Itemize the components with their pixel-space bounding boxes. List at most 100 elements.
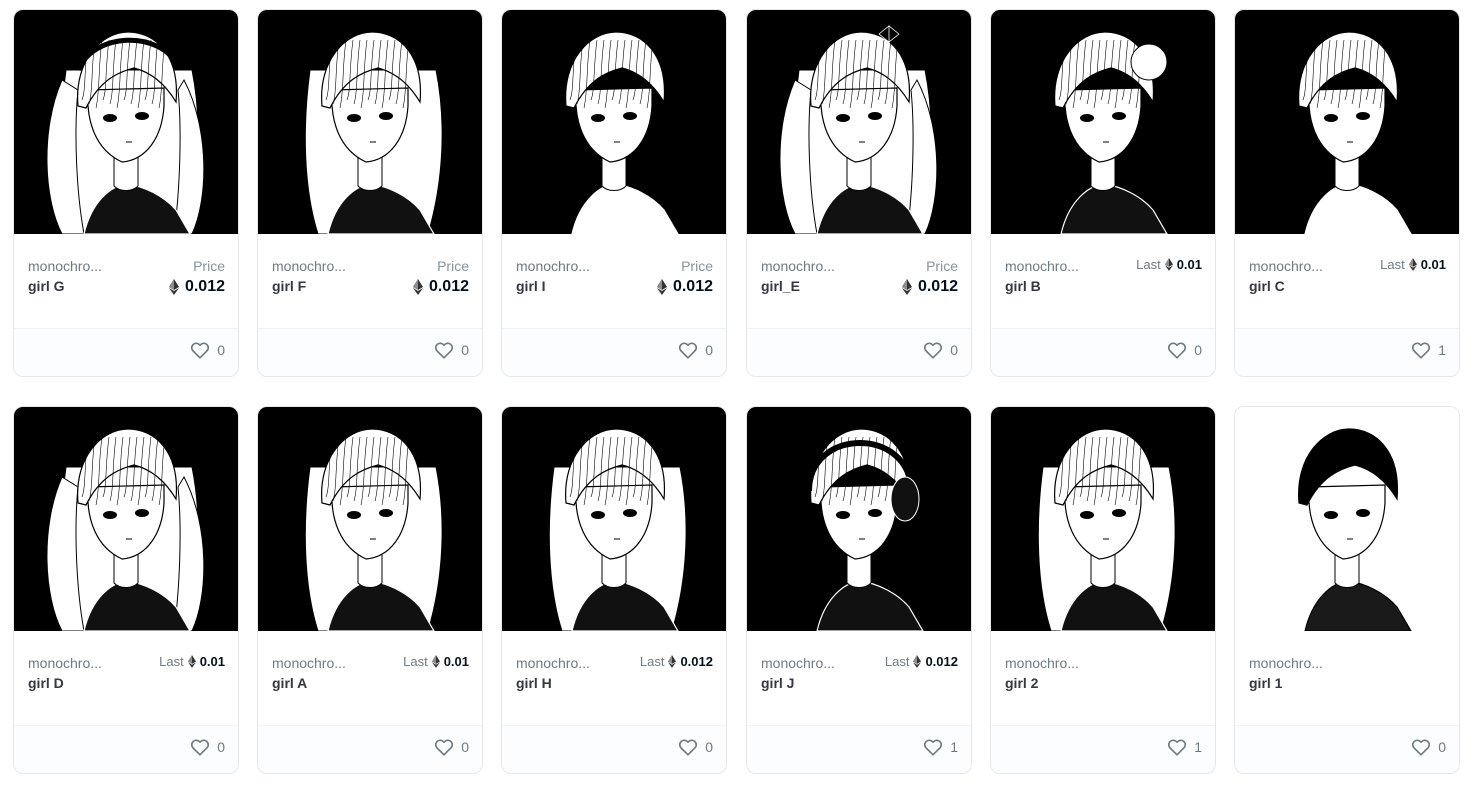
artwork-image[interactable]: [14, 10, 238, 234]
favorite-count: 1: [1194, 739, 1202, 755]
artwork-image[interactable]: [502, 407, 726, 631]
favorite-button[interactable]: 0: [434, 341, 469, 359]
price-amount: 0.012: [184, 278, 225, 295]
favorite-button[interactable]: 1: [1411, 341, 1446, 359]
nft-card[interactable]: monochro... girl D Last 0.01 0: [13, 406, 239, 774]
heart-outline-icon[interactable]: [434, 738, 454, 756]
collection-name[interactable]: monochro...: [516, 258, 590, 274]
collection-name[interactable]: monochro...: [761, 258, 835, 274]
card-info: monochro... girl 1: [1235, 631, 1459, 725]
favorite-button[interactable]: 0: [434, 738, 469, 756]
artwork-image[interactable]: [747, 10, 971, 234]
ethereum-icon: [901, 279, 912, 295]
favorite-count: 0: [461, 342, 469, 358]
ethereum-icon: [187, 655, 196, 668]
price-amount: 0.012: [917, 278, 958, 295]
collection-name[interactable]: monochro...: [28, 258, 102, 274]
collection-name[interactable]: monochro...: [28, 655, 102, 671]
price-label: Price: [681, 258, 713, 274]
item-name: girl 2: [1005, 675, 1039, 691]
collection-name[interactable]: monochro...: [272, 258, 346, 274]
card-footer: 0: [502, 725, 726, 773]
last-sale-label: Last: [159, 654, 184, 669]
heart-outline-icon[interactable]: [1167, 341, 1187, 359]
last-sale-block: Last 0.01: [1380, 257, 1446, 272]
heart-outline-icon[interactable]: [1411, 341, 1431, 359]
artwork-image[interactable]: [747, 407, 971, 631]
card-info: monochro... girl B Last 0.01: [991, 234, 1215, 328]
collection-name[interactable]: monochro...: [516, 655, 590, 671]
heart-outline-icon[interactable]: [1167, 738, 1187, 756]
heart-outline-icon[interactable]: [1411, 738, 1431, 756]
collection-name[interactable]: monochro...: [1005, 655, 1079, 671]
favorite-button[interactable]: 0: [1167, 341, 1202, 359]
card-info: monochro... girl I Price 0.012: [502, 234, 726, 328]
card-footer: 0: [258, 725, 482, 773]
collection-name[interactable]: monochro...: [1005, 258, 1079, 274]
collection-name[interactable]: monochro...: [1249, 655, 1323, 671]
collection-name[interactable]: monochro...: [761, 655, 835, 671]
card-footer: 0: [991, 328, 1215, 376]
ethereum-icon: [1408, 258, 1417, 271]
price-label: Price: [193, 258, 225, 274]
heart-outline-icon[interactable]: [190, 738, 210, 756]
favorite-button[interactable]: 0: [923, 341, 958, 359]
last-sale-label: Last: [1380, 257, 1405, 272]
card-footer: 0: [502, 328, 726, 376]
price-value: 0.012: [412, 278, 469, 296]
favorite-button[interactable]: 0: [678, 341, 713, 359]
artwork-image[interactable]: [1235, 407, 1459, 631]
artwork-image[interactable]: [991, 407, 1215, 631]
nft-card[interactable]: monochro... girl I Price 0.012 0: [501, 9, 727, 377]
heart-outline-icon[interactable]: [678, 341, 698, 359]
nft-card[interactable]: monochro... girl G Price 0.012 0: [13, 9, 239, 377]
card-footer: 0: [258, 328, 482, 376]
item-name: girl G: [28, 278, 65, 294]
price-amount: 0.012: [672, 278, 713, 295]
favorite-count: 1: [1438, 342, 1446, 358]
nft-card[interactable]: monochro... girl J Last 0.012 1: [746, 406, 972, 774]
card-info: monochro... girl F Price 0.012: [258, 234, 482, 328]
favorite-count: 0: [217, 739, 225, 755]
favorite-button[interactable]: 0: [190, 738, 225, 756]
heart-outline-icon[interactable]: [678, 738, 698, 756]
ethereum-icon: [668, 655, 677, 668]
artwork-image[interactable]: [14, 407, 238, 631]
item-name: girl J: [761, 675, 795, 691]
favorite-button[interactable]: 1: [1167, 738, 1202, 756]
nft-card[interactable]: monochro... girl B Last 0.01 0: [990, 9, 1216, 377]
heart-outline-icon[interactable]: [923, 738, 943, 756]
favorite-count: 0: [950, 342, 958, 358]
nft-card[interactable]: monochro... girl_E Price 0.012 0: [746, 9, 972, 377]
nft-card[interactable]: monochro... girl F Price 0.012 0: [257, 9, 483, 377]
item-name: girl H: [516, 675, 552, 691]
favorite-button[interactable]: 0: [1411, 738, 1446, 756]
nft-card[interactable]: monochro... girl C Last 0.01 1: [1234, 9, 1460, 377]
favorite-button[interactable]: 1: [923, 738, 958, 756]
ethereum-icon: [913, 655, 922, 668]
artwork-image[interactable]: [1235, 10, 1459, 234]
collection-name[interactable]: monochro...: [272, 655, 346, 671]
price-value: 0.012: [656, 278, 713, 296]
last-sale-label: Last: [1136, 257, 1161, 272]
collection-name[interactable]: monochro...: [1249, 258, 1323, 274]
nft-card[interactable]: monochro... girl H Last 0.012 0: [501, 406, 727, 774]
favorite-count: 0: [461, 739, 469, 755]
heart-outline-icon[interactable]: [434, 341, 454, 359]
price-block: Price 0.012: [901, 258, 958, 300]
ethereum-icon: [168, 279, 179, 295]
artwork-image[interactable]: [991, 10, 1215, 234]
nft-card[interactable]: monochro... girl 2 1: [990, 406, 1216, 774]
artwork-image[interactable]: [258, 407, 482, 631]
heart-outline-icon[interactable]: [923, 341, 943, 359]
last-sale-block: Last 0.01: [159, 654, 225, 669]
nft-card[interactable]: monochro... girl A Last 0.01 0: [257, 406, 483, 774]
favorite-button[interactable]: 0: [190, 341, 225, 359]
artwork-image[interactable]: [502, 10, 726, 234]
artwork-image[interactable]: [258, 10, 482, 234]
heart-outline-icon[interactable]: [190, 341, 210, 359]
nft-card[interactable]: monochro... girl 1 0: [1234, 406, 1460, 774]
item-name: girl D: [28, 675, 64, 691]
item-name: girl F: [272, 278, 307, 294]
favorite-button[interactable]: 0: [678, 738, 713, 756]
